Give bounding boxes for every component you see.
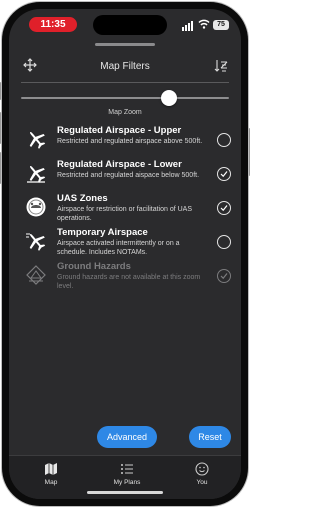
smiley-icon [195,462,209,476]
layer-description: Ground hazards are not available at this… [57,274,201,290]
status-bar: 11:35 75 [9,9,241,39]
layer-regulated-upper[interactable]: Regulated Airspace - Upper Restricted an… [23,125,231,159]
tab-label: Map [44,479,58,486]
ground-hazard-icon [26,265,46,285]
status-time: 11:35 [29,17,77,32]
layer-temporary-airspace[interactable]: Temporary Airspace Airspace activated in… [23,227,231,261]
wifi-icon [198,19,210,29]
layer-description: Airspace for restriction or facilitation… [57,206,192,222]
layer-title: UAS Zones [57,193,108,204]
layer-description: Restricted and regulated airspace above … [57,138,203,145]
layer-title: Regulated Airspace - Lower [57,159,182,170]
dynamic-island [93,15,167,35]
tab-my-plans[interactable]: My Plans [102,462,152,486]
checkmark-icon [220,205,228,212]
checkbox-checked-disabled [217,269,231,283]
checkbox-unchecked[interactable] [217,235,231,249]
header-divider [21,82,229,83]
checkmark-icon [220,273,228,280]
tab-you[interactable]: You [177,462,227,486]
layer-description: Airspace activated intermittently or on … [57,240,180,256]
reset-button[interactable]: Reset [189,426,231,448]
zoom-label: Map Zoom [108,109,142,116]
zoom-slider-track[interactable] [21,97,229,99]
layer-ground-hazards: Ground Hazards Ground hazards are not av… [23,261,231,295]
tab-label: My Plans [113,479,141,486]
checkbox-unchecked[interactable] [217,133,231,147]
checkbox-checked[interactable] [217,201,231,215]
list-icon [121,464,133,474]
power-button [248,128,250,176]
cellular-signal-icon [182,21,196,31]
airplane-temporary-icon [26,233,46,251]
battery-icon: 75 [213,20,229,30]
layer-title: Temporary Airspace [57,227,148,238]
phone-frame: 11:35 75 Map Filters Map Zoom Regulated … [2,2,248,506]
uas-zone-icon [26,197,46,217]
zoom-slider-thumb[interactable] [160,90,177,106]
layer-title: Regulated Airspace - Upper [57,125,182,136]
tab-map[interactable]: Map [26,462,76,486]
airplane-lower-icon [27,165,46,183]
advanced-button[interactable]: Advanced [97,426,157,448]
checkbox-checked[interactable] [217,167,231,181]
checkmark-icon [220,171,228,178]
layer-uas-zones[interactable]: UAS Zones Airspace for restriction or fa… [23,193,231,227]
page-title: Map Filters [100,61,150,72]
screen: 11:35 75 Map Filters Map Zoom Regulated … [9,9,241,499]
map-icon [45,463,57,475]
sort-icon[interactable] [214,59,228,73]
layer-description: Restricted and regulated aispace below 5… [57,172,200,179]
layer-title: Ground Hazards [57,261,131,272]
airplane-upper-icon [29,131,46,149]
layer-regulated-lower[interactable]: Regulated Airspace - Lower Restricted an… [23,159,231,193]
home-indicator [87,491,163,494]
tab-label: You [196,479,208,486]
sheet-grabber[interactable] [95,43,155,46]
